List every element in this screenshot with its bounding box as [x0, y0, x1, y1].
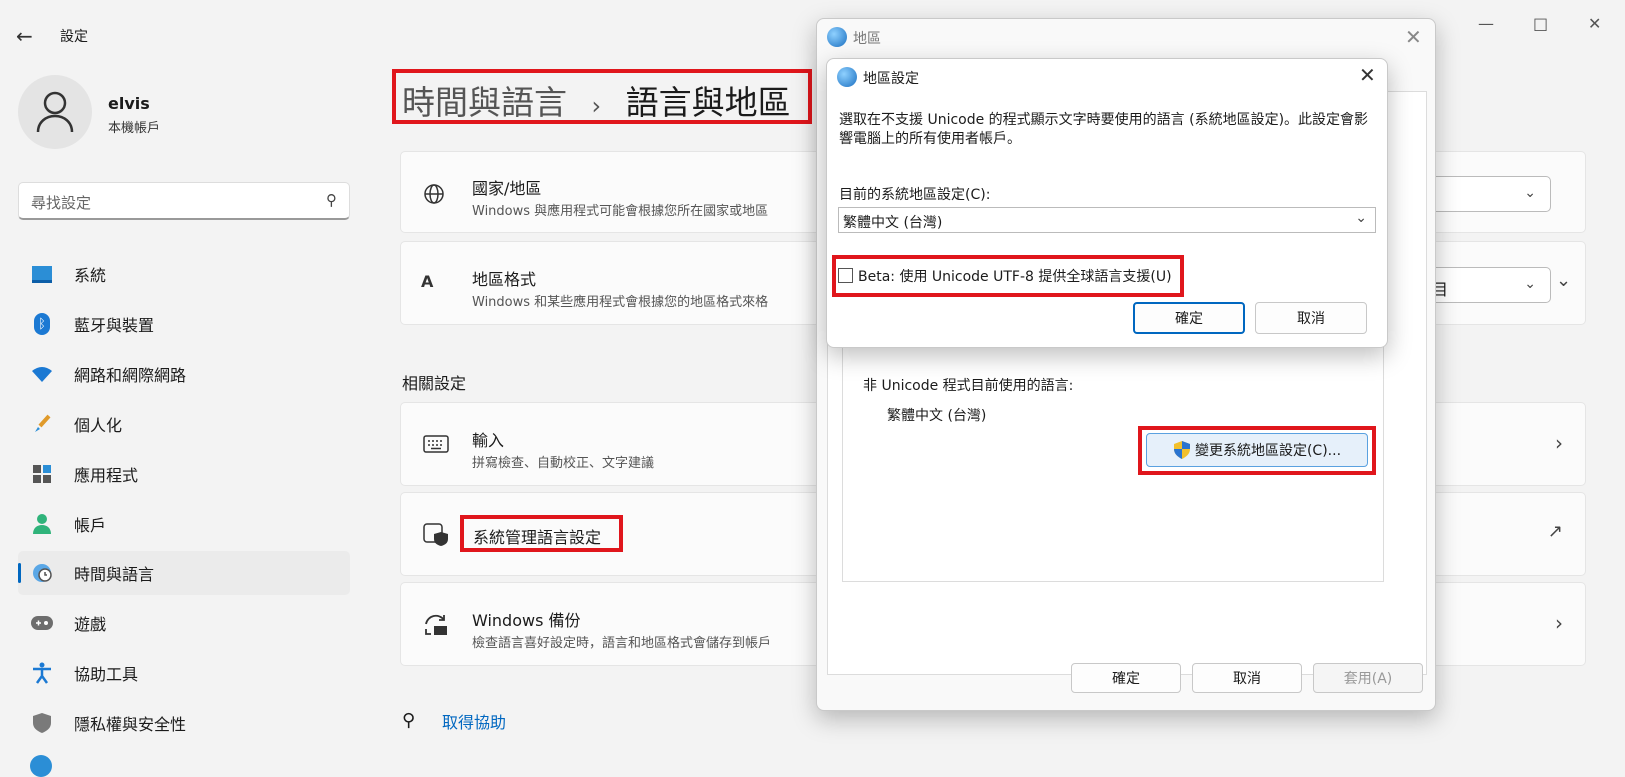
- globe-icon: [827, 27, 847, 47]
- country-region-title: 國家/地區: [472, 179, 542, 198]
- brush-icon: [30, 412, 54, 436]
- beta-utf8-label[interactable]: Beta: 使用 Unicode UTF-8 提供全球語言支援(U): [858, 266, 1172, 286]
- region-dialog-title: 地區: [853, 31, 881, 47]
- sidebar-item-label: 遊戲: [74, 615, 107, 634]
- sidebar-item-accessibility[interactable]: 協助工具: [18, 651, 350, 695]
- admin-language-title[interactable]: 系統管理語言設定: [473, 524, 601, 548]
- sidebar-item-network[interactable]: 網路和網際網路: [18, 352, 350, 396]
- close-icon[interactable]: ✕: [1588, 14, 1601, 33]
- admin-shield-icon: [423, 523, 448, 546]
- language-format-icon: 𝗔: [421, 272, 434, 291]
- backup-sync-icon: [425, 614, 447, 635]
- get-help-link[interactable]: 取得協助: [442, 709, 506, 733]
- external-link-icon: ↗: [1547, 521, 1563, 542]
- person-icon: [36, 91, 74, 133]
- maximize-icon[interactable]: □: [1533, 14, 1548, 33]
- region-format-title: 地區格式: [472, 270, 537, 289]
- beta-utf8-checkbox[interactable]: [838, 268, 853, 283]
- current-locale-label: 目前的系統地區設定(C):: [839, 187, 991, 203]
- globe-clock-icon: [30, 561, 54, 585]
- expand-chevron-icon[interactable]: ⌄: [1556, 270, 1571, 291]
- uac-shield-icon: [1173, 441, 1190, 459]
- sidebar-item-label: 時間與語言: [74, 565, 155, 584]
- windows-backup-title: Windows 備份: [472, 611, 581, 630]
- region-format-subtitle: Windows 和某些應用程式會根據您的地區格式來格: [472, 295, 769, 310]
- search-box[interactable]: 尋找設定 ⚲: [18, 182, 350, 220]
- sidebar-item-label: 系統: [74, 266, 107, 285]
- user-name: elvis: [108, 94, 150, 113]
- locale-settings-dialog: 地區設定 ✕ 選取在不支援 Unicode 的程式顯示文字時要使用的語言 (系統…: [826, 58, 1388, 348]
- user-account-type: 本機帳戶: [108, 121, 161, 136]
- apps-icon: [30, 462, 54, 486]
- sidebar-item-accounts[interactable]: 帳戶: [18, 502, 350, 546]
- avatar[interactable]: [18, 75, 92, 149]
- app-title: 設定: [60, 29, 88, 45]
- close-icon[interactable]: ✕: [1405, 25, 1422, 49]
- globe-icon: [424, 184, 444, 204]
- locale-ok-button[interactable]: 確定: [1133, 302, 1245, 334]
- nonunicode-label: 非 Unicode 程式目前使用的語言:: [863, 378, 1074, 394]
- windows-update-icon: [30, 755, 52, 777]
- locale-cancel-button[interactable]: 取消: [1255, 302, 1367, 334]
- sidebar-item-time-language[interactable]: 時間與語言: [18, 551, 350, 595]
- sidebar-item-privacy[interactable]: 隱私權與安全性: [18, 701, 350, 745]
- sidebar-item-system[interactable]: 系統: [18, 252, 350, 296]
- breadcrumb-parent[interactable]: 時間與語言: [402, 83, 567, 122]
- person-icon: [30, 512, 54, 536]
- breadcrumb: 時間與語言 › 語言與地區: [402, 76, 791, 124]
- sidebar-item-label: 協助工具: [74, 665, 139, 684]
- current-locale-select[interactable]: 繁體中文 (台灣) ⌄: [838, 207, 1376, 233]
- gamepad-icon: [30, 611, 54, 635]
- close-icon[interactable]: ✕: [1359, 63, 1376, 87]
- monitor-icon: [30, 262, 54, 286]
- locale-dialog-title: 地區設定: [863, 71, 919, 87]
- keyboard-icon: [423, 435, 449, 453]
- sidebar-item-label: 網路和網際網路: [74, 366, 187, 385]
- change-system-locale-label: 變更系統地區設定(C)...: [1194, 443, 1342, 459]
- typing-title: 輸入: [472, 431, 505, 450]
- change-system-locale-button[interactable]: 變更系統地區設定(C)...: [1146, 433, 1368, 467]
- breadcrumb-separator: ›: [591, 92, 602, 120]
- wifi-icon: [30, 362, 54, 386]
- chevron-down-icon: ⌄: [1355, 210, 1367, 226]
- sidebar-item-label: 隱私權與安全性: [74, 715, 187, 734]
- page-title: 語言與地區: [625, 83, 791, 122]
- windows-backup-subtitle: 檢查語言喜好設定時，語言和地區格式會儲存到帳戶: [472, 636, 772, 651]
- globe-icon: [837, 67, 857, 87]
- region-section-heading-clip: [402, 124, 430, 130]
- region-apply-button[interactable]: 套用(A): [1313, 663, 1423, 693]
- nonunicode-value: 繁體中文 (台灣): [887, 408, 987, 424]
- accessibility-icon: [30, 661, 54, 685]
- sidebar-item-label: 帳戶: [74, 516, 107, 535]
- sidebar-item-gaming[interactable]: 遊戲: [18, 601, 350, 645]
- bluetooth-icon: ᛒ: [30, 312, 54, 336]
- active-indicator: [18, 563, 21, 583]
- related-settings-heading: 相關設定: [402, 374, 467, 393]
- chevron-down-icon: ⌄: [1524, 185, 1536, 201]
- current-locale-value: 繁體中文 (台灣): [843, 215, 943, 231]
- sidebar-item-bluetooth[interactable]: ᛒ 藍牙與裝置: [18, 302, 350, 346]
- search-icon[interactable]: ⚲: [326, 191, 337, 209]
- help-icon: ⚲: [402, 710, 416, 731]
- sidebar-item-label: 應用程式: [74, 466, 139, 485]
- typing-subtitle: 拼寫檢查、自動校正、文字建議: [472, 456, 655, 471]
- shield-icon: [30, 711, 54, 735]
- sidebar-item-label: 藍牙與裝置: [74, 316, 155, 335]
- locale-description: 選取在不支援 Unicode 的程式顯示文字時要使用的語言 (系統地區設定)。此…: [839, 112, 1369, 147]
- search-input[interactable]: 尋找設定: [31, 192, 91, 213]
- region-ok-button[interactable]: 確定: [1071, 663, 1181, 693]
- back-arrow-icon[interactable]: ←: [16, 24, 33, 48]
- sidebar-item-label: 個人化: [74, 416, 123, 435]
- sidebar-item-apps[interactable]: 應用程式: [18, 452, 350, 496]
- region-cancel-button[interactable]: 取消: [1192, 663, 1302, 693]
- chevron-right-icon: ›: [1555, 611, 1563, 635]
- minimize-icon[interactable]: —: [1478, 14, 1494, 33]
- sidebar-item-personalization[interactable]: 個人化: [18, 402, 350, 446]
- chevron-down-icon: ⌄: [1524, 276, 1536, 292]
- chevron-right-icon: ›: [1555, 431, 1563, 455]
- country-region-subtitle: Windows 與應用程式可能會根據您所在國家或地區: [472, 204, 769, 219]
